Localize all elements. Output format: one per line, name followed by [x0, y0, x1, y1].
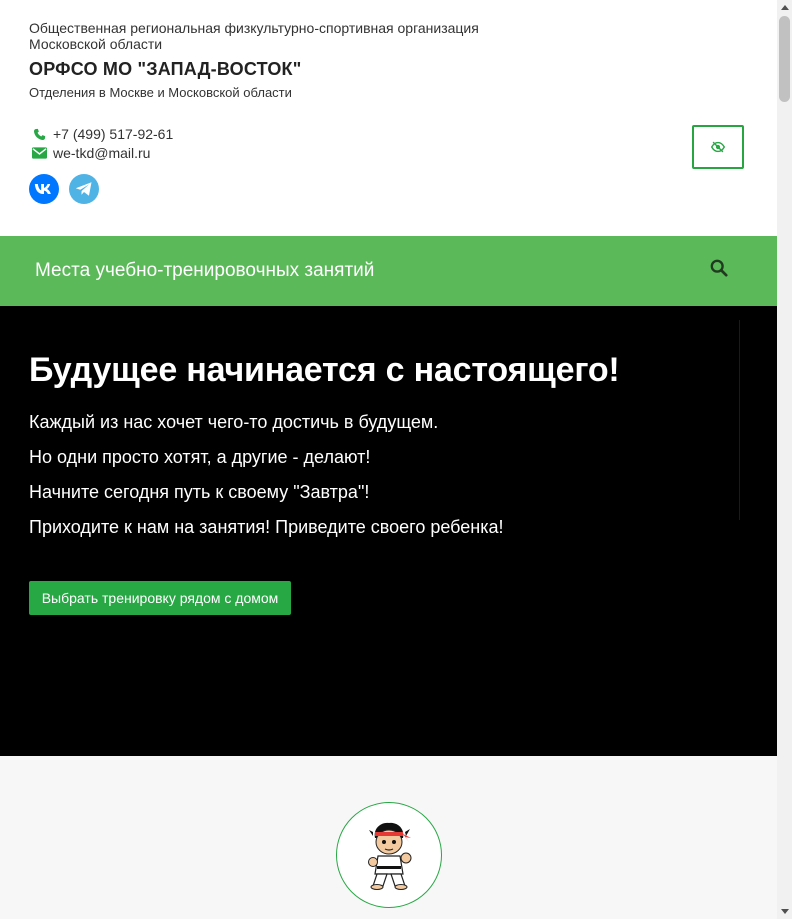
- envelope-icon: [31, 145, 47, 161]
- org-full-name: Общественная региональная физкультурно-с…: [29, 20, 479, 52]
- nav-link-training-places[interactable]: Места учебно-тренировочных занятий: [35, 260, 374, 282]
- main-nav: Места учебно-тренировочных занятий: [0, 236, 777, 306]
- phone-contact[interactable]: +7 (499) 517-92-61: [31, 126, 173, 142]
- org-short-name[interactable]: ОРФСО МО "ЗАПАД-ВОСТОК": [29, 59, 301, 80]
- search-button[interactable]: [709, 258, 729, 278]
- choose-training-button[interactable]: Выбрать тренировку рядом с домом: [29, 581, 291, 615]
- caret-up-icon: [780, 5, 789, 10]
- eye-slash-icon: [711, 141, 725, 153]
- scroll-thumb[interactable]: [779, 16, 790, 102]
- hero-text-line: Каждый из нас хочет чего-то достичь в бу…: [29, 412, 439, 432]
- hero-divider: [739, 320, 740, 520]
- hero-text-line: Приходите к нам на занятия! Приведите св…: [29, 517, 504, 537]
- hero-banner: Будущее начинается с настоящего! Каждый …: [0, 306, 777, 756]
- scroll-down-arrow[interactable]: [777, 904, 792, 919]
- header: Общественная региональная физкультурно-с…: [0, 0, 777, 236]
- org-subtitle: Отделения в Москве и Московской области: [29, 85, 292, 100]
- caret-down-icon: [780, 909, 789, 914]
- phone-number: +7 (499) 517-92-61: [53, 126, 174, 142]
- search-icon: [710, 259, 728, 277]
- scroll-up-arrow[interactable]: [777, 0, 792, 15]
- vk-icon: [34, 184, 51, 194]
- accessibility-button[interactable]: [692, 125, 744, 169]
- taekwondo-mascot-icon: [368, 822, 412, 890]
- hero-text-line: Но одни просто хотят, а другие - делают!: [29, 447, 371, 467]
- email-address: we-tkd@mail.ru: [53, 145, 151, 161]
- phone-icon: [31, 126, 47, 142]
- telegram-icon: [75, 182, 92, 196]
- page: Общественная региональная физкультурно-с…: [0, 0, 777, 919]
- vk-link[interactable]: [29, 174, 59, 204]
- telegram-link[interactable]: [69, 174, 99, 204]
- email-contact[interactable]: we-tkd@mail.ru: [31, 145, 150, 161]
- groups-section: [0, 756, 777, 919]
- hero-text-line: Начните сегодня путь к своему "Завтра"!: [29, 482, 370, 502]
- mascot-image[interactable]: [336, 802, 442, 908]
- hero-title: Будущее начинается с настоящего!: [29, 351, 620, 389]
- vertical-scrollbar[interactable]: [777, 0, 792, 919]
